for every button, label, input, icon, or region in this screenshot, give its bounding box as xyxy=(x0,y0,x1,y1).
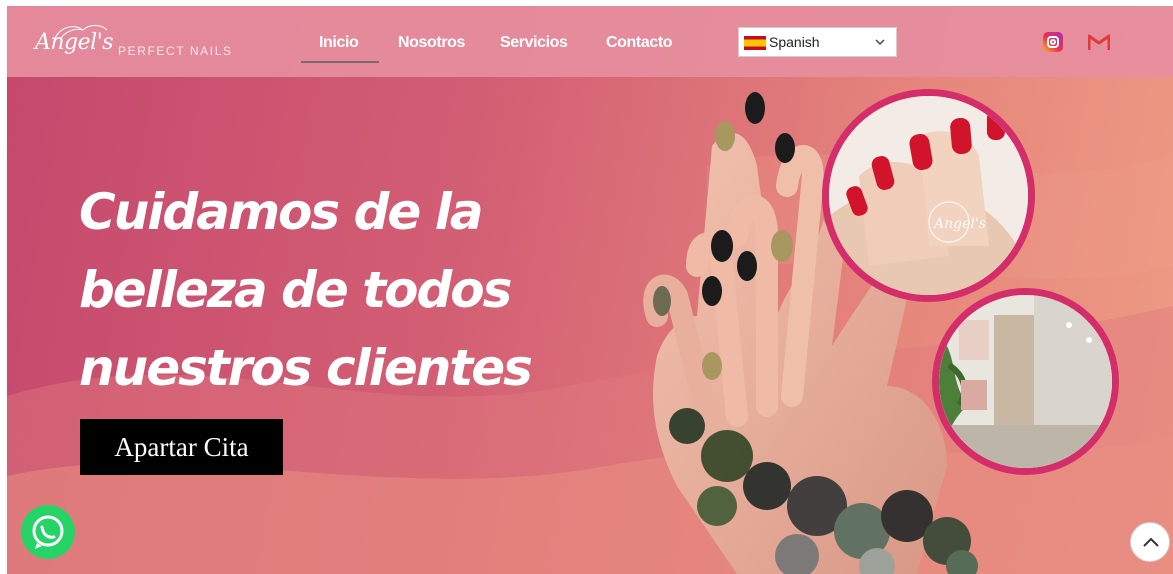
photo-watermark: Angel's xyxy=(932,216,986,232)
nav-item-contacto[interactable]: Contacto xyxy=(606,34,673,52)
instagram-icon[interactable] xyxy=(1043,32,1063,52)
book-appointment-button[interactable]: Apartar Cita xyxy=(80,419,283,475)
nav-item-inicio[interactable]: Inicio xyxy=(319,34,359,52)
active-nav-underline xyxy=(301,61,379,63)
red-nails-photo: Angel's xyxy=(822,89,1035,302)
site-header: Angel's PERFECT NAILS Inicio Nosotros Se… xyxy=(7,6,1173,77)
brand-logo[interactable]: Angel's PERFECT NAILS xyxy=(35,22,235,62)
chevron-down-icon xyxy=(875,39,885,46)
hero-title-line: belleza de todos xyxy=(79,261,512,319)
language-select[interactable]: Spanish xyxy=(738,27,897,57)
scroll-to-top-button[interactable] xyxy=(1130,522,1170,562)
page: Angel's PERFECT NAILS Inicio Nosotros Se… xyxy=(7,6,1173,574)
logo-script-text: Angel's xyxy=(35,30,114,55)
hero-title: Cuidamos de la belleza de todos nuestros… xyxy=(79,173,599,407)
spain-flag-icon xyxy=(744,36,766,50)
hero-title-line: nuestros clientes xyxy=(79,339,533,397)
nav-item-servicios[interactable]: Servicios xyxy=(500,34,568,52)
chevron-up-icon xyxy=(1143,537,1159,547)
whatsapp-icon xyxy=(32,515,64,549)
hero-title-line: Cuidamos de la xyxy=(79,183,484,241)
logo-subtitle: PERFECT NAILS xyxy=(118,44,233,58)
salon-interior-photo xyxy=(932,288,1119,475)
whatsapp-button[interactable] xyxy=(21,505,75,559)
gmail-icon[interactable] xyxy=(1088,34,1110,51)
nav-item-nosotros[interactable]: Nosotros xyxy=(398,34,465,52)
language-selected-label: Spanish xyxy=(769,34,820,50)
